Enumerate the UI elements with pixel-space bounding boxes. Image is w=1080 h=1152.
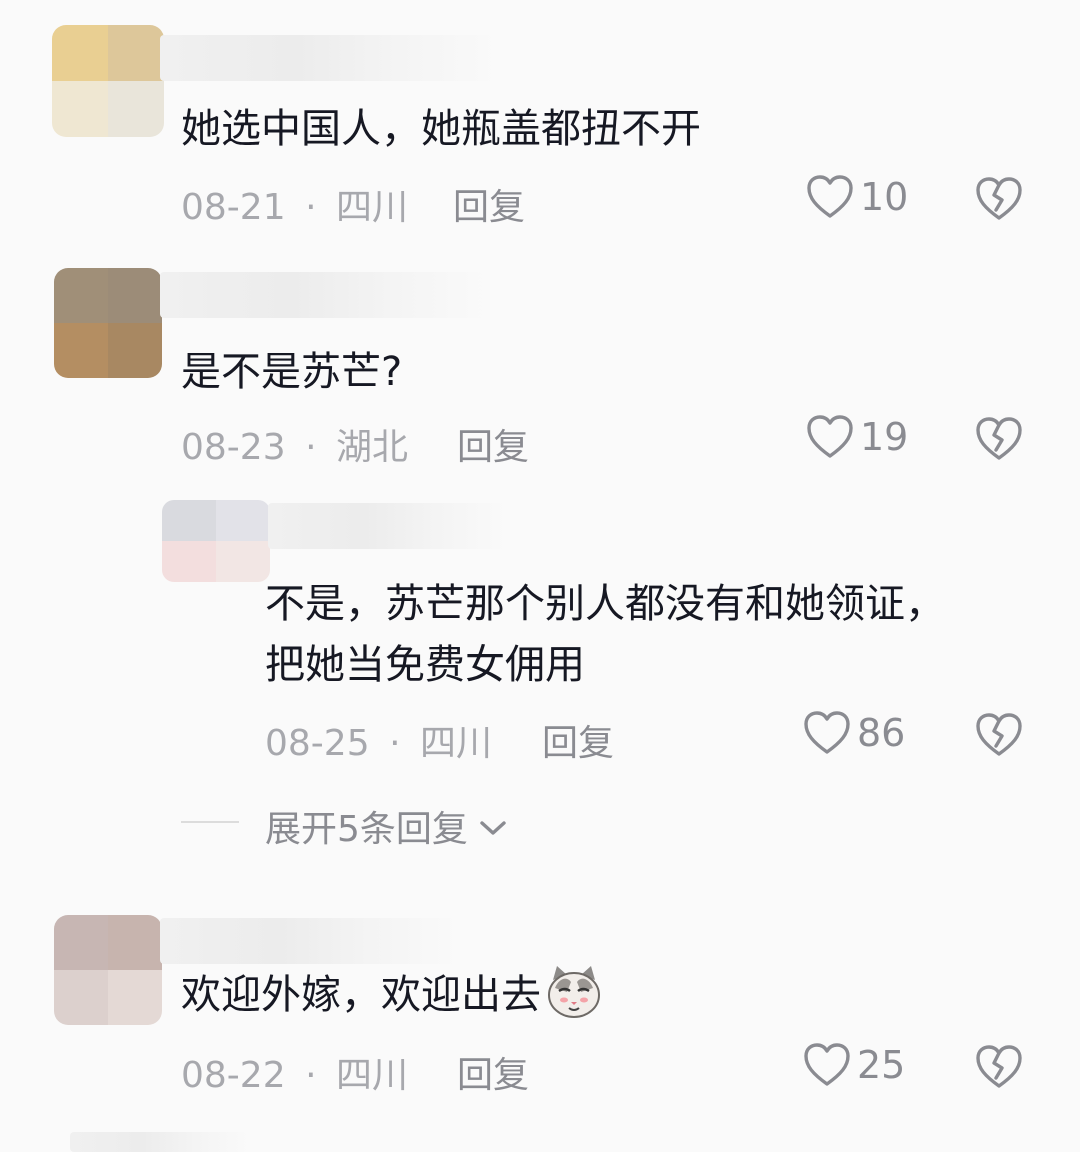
comment-date: 08-23: [181, 427, 286, 468]
comment-text: 她选中国人，她瓶盖都扭不开: [181, 106, 701, 152]
cat-face-emoji: [545, 962, 603, 1020]
reply-date: 08-25: [265, 723, 370, 764]
next-comment-blurred: [70, 1132, 250, 1152]
comment-text: 是不是苏芒?: [181, 349, 403, 395]
expand-divider: [181, 821, 239, 823]
avatar[interactable]: [162, 500, 270, 582]
username-blurred[interactable]: [160, 35, 500, 81]
comment-meta: 08-22 · 四川: [181, 1046, 408, 1098]
meta-separator: ·: [305, 427, 317, 468]
heart-outline-icon: [803, 710, 851, 756]
like-count: 25: [857, 1043, 906, 1087]
comment-text-content: 欢迎外嫁，欢迎出去: [181, 972, 541, 1018]
avatar[interactable]: [52, 25, 164, 137]
reply-text-line-2: 把她当免费女佣用: [265, 642, 585, 688]
like-count: 19: [860, 415, 909, 459]
comment-date: 08-22: [181, 1055, 286, 1096]
meta-separator: ·: [305, 187, 317, 228]
comment-location: 湖北: [335, 427, 408, 468]
dislike-button[interactable]: [975, 416, 1023, 462]
reply-button[interactable]: 回复: [453, 178, 525, 230]
like-count: 86: [857, 711, 906, 755]
broken-heart-icon: [975, 416, 1023, 462]
heart-outline-icon: [803, 1042, 851, 1088]
chevron-down-icon: [478, 806, 508, 847]
heart-outline-icon: [806, 414, 854, 460]
heart-outline-icon: [806, 174, 854, 220]
expand-replies-label: 展开5条回复: [265, 809, 468, 850]
broken-heart-icon: [975, 176, 1023, 222]
reply-button[interactable]: 回复: [457, 418, 529, 470]
comment-text: 欢迎外嫁，欢迎出去: [181, 962, 603, 1026]
reply-button[interactable]: 回复: [457, 1046, 529, 1098]
expand-replies-button[interactable]: 展开5条回复: [265, 800, 508, 852]
username-blurred[interactable]: [160, 272, 490, 318]
dislike-button[interactable]: [975, 712, 1023, 758]
broken-heart-icon: [975, 712, 1023, 758]
like-count: 10: [860, 175, 909, 219]
username-blurred[interactable]: [268, 503, 508, 549]
avatar[interactable]: [54, 268, 162, 378]
comment-date: 08-21: [181, 187, 286, 228]
meta-separator: ·: [305, 1055, 317, 1096]
like-button[interactable]: 86: [803, 710, 905, 756]
avatar[interactable]: [54, 915, 162, 1025]
dislike-button[interactable]: [975, 176, 1023, 222]
like-button[interactable]: 10: [806, 174, 908, 220]
comment-location: 四川: [335, 187, 408, 228]
comment-meta: 08-21 · 四川: [181, 178, 408, 230]
like-button[interactable]: 19: [806, 414, 908, 460]
reply-text-line-1: 不是，苏芒那个别人都没有和她领证，: [265, 581, 945, 627]
reply-meta: 08-25 · 四川: [265, 714, 492, 766]
broken-heart-icon: [975, 1044, 1023, 1090]
comment-meta: 08-23 · 湖北: [181, 418, 408, 470]
reply-button[interactable]: 回复: [542, 714, 614, 766]
reply-location: 四川: [419, 723, 492, 764]
comment-location: 四川: [335, 1055, 408, 1096]
like-button[interactable]: 25: [803, 1042, 905, 1088]
meta-separator: ·: [389, 723, 401, 764]
dislike-button[interactable]: [975, 1044, 1023, 1090]
username-blurred[interactable]: [160, 918, 460, 964]
